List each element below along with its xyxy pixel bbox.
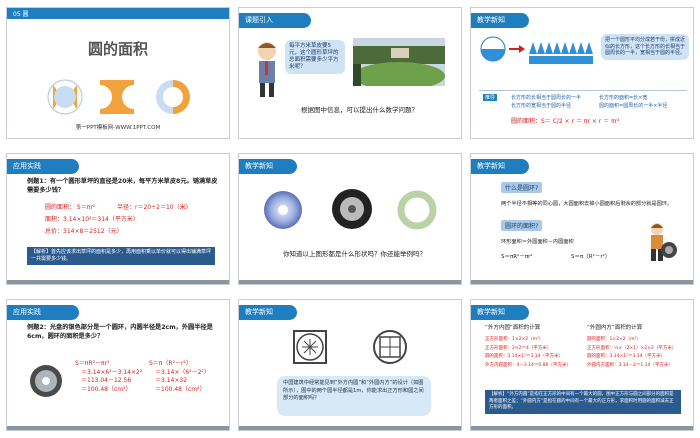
speech-bubble: 每平方米草皮要5元，这个圆形草坪的总面积需要多少平方米呢？ [285, 40, 345, 74]
slide-header: 应用实践 [7, 159, 79, 174]
explanation-bubble: 把一个圆形平均分成若干份，拼成近似的长方形，这个长方形的长相当于圆周长的一半，宽… [601, 34, 689, 60]
derivation-line-1b: 长方形的宽相当于圆的半径 [511, 103, 572, 109]
calc-list-1: 正方形面积：1×2×2（m²） 正方形面积：2×2＝4（平方米） 圆的面积：3.… [485, 336, 571, 370]
teacher-cartoon-icon [258, 42, 276, 97]
circle-to-rectangle-diagram [480, 36, 593, 64]
ring-formula-2: S＝π（R²－r²） [571, 254, 611, 260]
slide-9[interactable]: 教学新知 “外方内圆”面积的计算 “外圆内方”面积的计算 正方形面积：1×2×2… [470, 299, 694, 431]
circle-shapes-illustration [47, 79, 190, 115]
calc-method-1: S＝πR²－πr² ＝3.14×6²－3.14×2² ＝113.04－12.56… [75, 360, 142, 394]
slide-header: 课题引入 [239, 13, 311, 28]
slide-8[interactable]: 教学新知 中国建筑中经常能见到“外方内圆”和“外圆内方”的设计（如图所示），图中… [238, 299, 462, 431]
calc-line: ＝100.48（cm²） [81, 385, 132, 393]
derivation-label: 推导 [483, 94, 498, 101]
calc-line: 圆的面积：3.14×1²＝3.14（平方米） [587, 354, 665, 359]
slide-5[interactable]: 教学新知 你知道以上图形都是什么形状吗？你还能举例吗？ 5 [238, 153, 462, 285]
calc-line: ＝100.48（cm²） [155, 385, 206, 393]
jade-ring-icon [397, 190, 437, 230]
derivation-line-2b: 圆的面积=圆周长的一半×半径 [599, 103, 668, 109]
window-circle-square-pattern-icon [373, 330, 407, 364]
slide-header: 教学新知 [471, 305, 529, 320]
calc-heading-2: “外圆内方”面积的计算 [587, 325, 643, 331]
slide-header: 教学新知 [471, 13, 529, 28]
note-text: 中国建筑中经常能见到“外方内圆”和“外圆内方”的设计（如图所示），图中的两个圆半… [283, 380, 424, 401]
slide-header: 教学新知 [471, 159, 529, 174]
slide-title: 圆的面积 [87, 40, 148, 58]
park-lawn-photo [353, 38, 445, 86]
calc-line: S＝πR²－πr² [75, 360, 110, 367]
slide-header: 应用实践 [7, 305, 79, 320]
calc-line: 正方形面积：½×（2×1）×2×2（平方米） [587, 345, 677, 351]
calc-list-2: 圆的面积：1×2×2（m²） 正方形面积：½×（2×1）×2×2（平方米） 圆的… [587, 336, 676, 370]
calc-line: 圆的面积：1×2×2（m²） [587, 337, 641, 342]
slide-1[interactable]: 05 圆 圆的面积 第一PPT模板网-WWW.1PPT.COM 1 [6, 7, 230, 139]
slide-4[interactable]: 应用实践 例题1：有一个圆形草坪的直径是20米，每平方米草皮8元。铺满草皮需要多… [6, 153, 230, 285]
character-with-tire-icon [651, 223, 677, 261]
window-square-circle-pattern-icon [293, 330, 327, 364]
ring-area-tag: 圆环的面积? [501, 220, 543, 231]
calc-line: ＝3.14×（6²－2²） [155, 368, 210, 376]
example-question: 例题2：光盘的银色部分是一个圆环，内圆半径是2cm，外圆半径是6cm，圆环的面积… [27, 324, 213, 340]
footer-text: 第一PPT模板网-WWW.1PPT.COM [75, 125, 161, 131]
formula-radius: 半径：r＝20÷2＝10（米） [117, 204, 192, 211]
calc-method-2: S＝π（R²－r²） ＝3.14×（6²－2²） ＝3.14×32 ＝100.4… [149, 360, 210, 394]
question-text: 你知道以上图形都是什么形状吗？你还能举例吗？ [283, 250, 426, 258]
example-question: 例题1：有一个圆形草坪的直径是20米，每平方米草皮8元。铺满草皮需要多少钱？ [27, 178, 218, 194]
tire-icon [332, 189, 372, 229]
calc-line: ＝113.04－12.56 [81, 377, 132, 384]
ring-definition: 两个半径不相等的同心圆，大圆面积去掉小圆面积后剩余的部分就是圆环。 [501, 201, 673, 207]
calc-line: 圆的面积：3.14×1²＝3.14（平方米） [485, 354, 563, 359]
formula-total: 总价：314×8＝2512（元） [45, 228, 123, 235]
analysis-note: 【解析】首先应该求出草坪的面积是多少，再用面积乘以单价就可以得出铺满草坪一共需要… [27, 247, 215, 265]
slide-3[interactable]: 教学新知 把一个圆形平均分成若干份，拼成近似的长方形，这个长方形的长相当于圆周长… [470, 7, 694, 139]
calc-line: 正方形面积：1×2×2（m²） [485, 337, 544, 342]
chapter-tag: 05 圆 [13, 11, 29, 18]
slide-6[interactable]: 教学新知 什么是圆环? 两个半径不相等的同心圆，大圆面积去掉小圆面积后剩余的部分… [470, 153, 694, 285]
analysis-note: 【解析】“外方内圆”是指在正方形的中间有一个最大的圆，图中正方形与圆之间部分的面… [485, 390, 681, 414]
ring-area-rule: 环形面积＝外圆面积－内圆面积 [501, 239, 574, 245]
slide-2[interactable]: 课题引入 每平方米草皮要5元，这个圆形草坪的总面积需要多少平方米呢？ 根据图中信… [238, 7, 462, 139]
cd-disc-icon [30, 365, 62, 397]
calc-line: 正方形面积：2×2＝4（平方米） [485, 345, 552, 351]
calc-line: 外圆内方面积：3.14－2＝1.14（平方米） [587, 362, 673, 368]
calc-line: ＝3.14×32 [155, 377, 188, 384]
formula-area-value: 面积：3.14×10²＝314（平方米） [45, 216, 139, 223]
slide-header: 教学新知 [239, 159, 297, 174]
question-text: 根据图中信息，可以提出什么数学问题？ [301, 106, 418, 114]
slide-7[interactable]: 应用实践 例题2：光盘的银色部分是一个圆环，内圆半径是2cm，外圆半径是6cm，… [6, 299, 230, 431]
formula-area: 圆的面积： S＝πr² [45, 204, 96, 211]
cd-disc-icon [264, 191, 302, 229]
ring-definition-tag: 什么是圆环? [501, 182, 543, 193]
calc-line: 外方内圆面积：4－3.14＝0.86（平方米） [485, 362, 571, 368]
calc-heading-1: “外方内圆”面积的计算 [485, 325, 541, 331]
area-formula: 圆的面积：S＝ C/2 × r ＝ πr × r ＝ πr² [511, 118, 620, 125]
ring-formula-1: S＝πR²－πr² [501, 254, 533, 260]
calc-line: ＝3.14×6²－3.14×2² [81, 368, 143, 376]
slide-header: 教学新知 [239, 305, 297, 320]
calc-line: S＝π（R²－r²） [149, 360, 192, 367]
